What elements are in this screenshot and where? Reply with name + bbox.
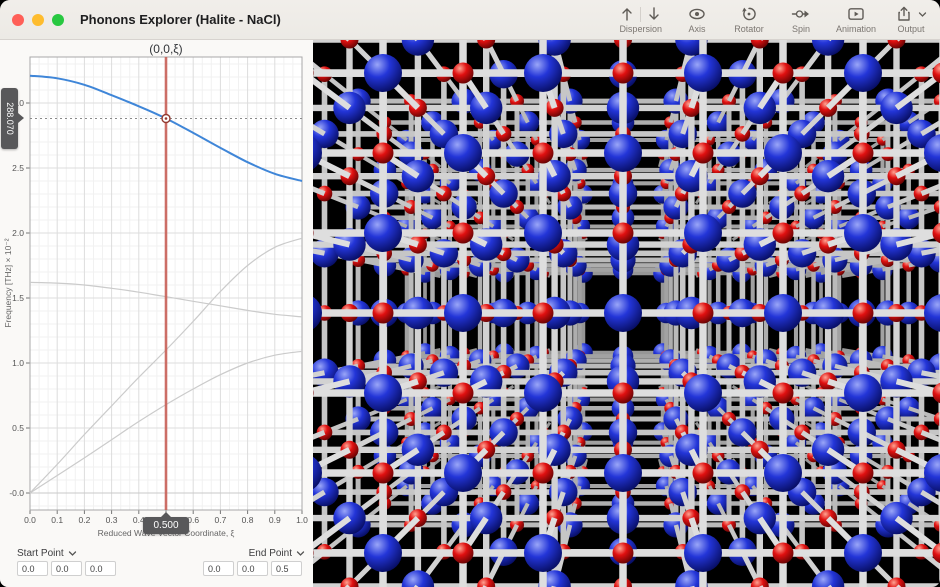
toolbar-rotator-label: Rotator xyxy=(734,24,764,34)
tooltip-pointer xyxy=(18,113,24,123)
spin-axis-icon xyxy=(791,6,811,22)
svg-text:0.8: 0.8 xyxy=(242,515,254,525)
app-window: Phonons Explorer (Halite - NaCl) Dispers… xyxy=(0,0,940,587)
end-x-field[interactable] xyxy=(203,561,234,576)
svg-text:2.5: 2.5 xyxy=(12,163,24,173)
minimize-button[interactable] xyxy=(32,14,44,26)
start-point-inputs xyxy=(17,561,116,576)
chart-title: (0,0,ξ) xyxy=(30,42,302,56)
svg-text:0.6: 0.6 xyxy=(187,515,199,525)
chevron-down-icon xyxy=(68,549,77,558)
toolbar-animation-label: Animation xyxy=(836,24,876,34)
frequency-cursor-value: 288.070 xyxy=(1,88,18,149)
toolbar-spin-label: Spin xyxy=(792,24,810,34)
end-point-label: End Point xyxy=(249,548,292,559)
toolbar-output-button[interactable]: Output xyxy=(894,5,928,34)
start-z-field[interactable] xyxy=(85,561,116,576)
start-point-dropdown[interactable]: Start Point xyxy=(17,548,77,559)
frequency-cursor-tooltip: 288.070 xyxy=(1,88,18,149)
svg-text:0.3: 0.3 xyxy=(106,515,118,525)
svg-text:0.0: 0.0 xyxy=(24,515,36,525)
chevron-down-icon xyxy=(296,549,305,558)
toolbar-rotator-button[interactable]: Rotator xyxy=(732,5,766,34)
arrow-up-icon xyxy=(620,6,634,22)
toolbar-axis-button[interactable]: Axis xyxy=(680,5,714,34)
svg-text:0.5: 0.5 xyxy=(12,423,24,433)
crystal-structure-render xyxy=(313,40,940,587)
arrow-down-icon xyxy=(647,6,661,22)
zoom-button[interactable] xyxy=(52,14,64,26)
end-y-field[interactable] xyxy=(237,561,268,576)
end-point-inputs xyxy=(203,561,302,576)
eye-icon xyxy=(687,6,707,22)
traffic-lights xyxy=(12,14,64,26)
dispersion-chart[interactable]: 0.00.10.20.30.40.50.60.70.80.91.0-0.00.5… xyxy=(0,40,313,545)
svg-text:0.2: 0.2 xyxy=(78,515,90,525)
toolbar-divider xyxy=(640,7,641,22)
toolbar-dispersion-button[interactable]: Dispersion xyxy=(619,5,662,34)
svg-text:0.1: 0.1 xyxy=(51,515,63,525)
title-bar: Phonons Explorer (Halite - NaCl) Dispers… xyxy=(0,0,940,40)
tooltip-pointer xyxy=(161,512,171,517)
toolbar-spin-button[interactable]: Spin xyxy=(784,5,818,34)
svg-text:-0.0: -0.0 xyxy=(9,488,24,498)
rotate-icon xyxy=(740,6,758,22)
toolbar-output-label: Output xyxy=(897,24,924,34)
y-axis-label: Frequency [THz] × 10⁻² xyxy=(3,210,15,356)
play-icon xyxy=(846,6,866,22)
structure-viewport[interactable] xyxy=(313,40,940,587)
toolbar-axis-label: Axis xyxy=(688,24,705,34)
end-z-field[interactable] xyxy=(271,561,302,576)
end-point-dropdown[interactable]: End Point xyxy=(249,548,305,559)
toolbar-animation-button[interactable]: Animation xyxy=(836,5,876,34)
chevron-down-icon xyxy=(918,10,927,19)
svg-text:0.9: 0.9 xyxy=(269,515,281,525)
svg-text:0.7: 0.7 xyxy=(214,515,226,525)
start-y-field[interactable] xyxy=(51,561,82,576)
svg-text:1.0: 1.0 xyxy=(12,358,24,368)
start-point-label: Start Point xyxy=(17,548,64,559)
share-icon xyxy=(896,6,912,22)
wavevector-cursor-tooltip: 0.500 xyxy=(143,517,189,534)
start-x-field[interactable] xyxy=(17,561,48,576)
svg-text:1.0: 1.0 xyxy=(296,515,308,525)
toolbar: Dispersion Axis xyxy=(619,5,928,34)
toolbar-dispersion-label: Dispersion xyxy=(619,24,662,34)
window-title: Phonons Explorer (Halite - NaCl) xyxy=(80,12,281,27)
wavevector-cursor-value: 0.500 xyxy=(153,520,178,531)
close-button[interactable] xyxy=(12,14,24,26)
dispersion-panel: 0.00.10.20.30.40.50.60.70.80.91.0-0.00.5… xyxy=(0,40,313,587)
